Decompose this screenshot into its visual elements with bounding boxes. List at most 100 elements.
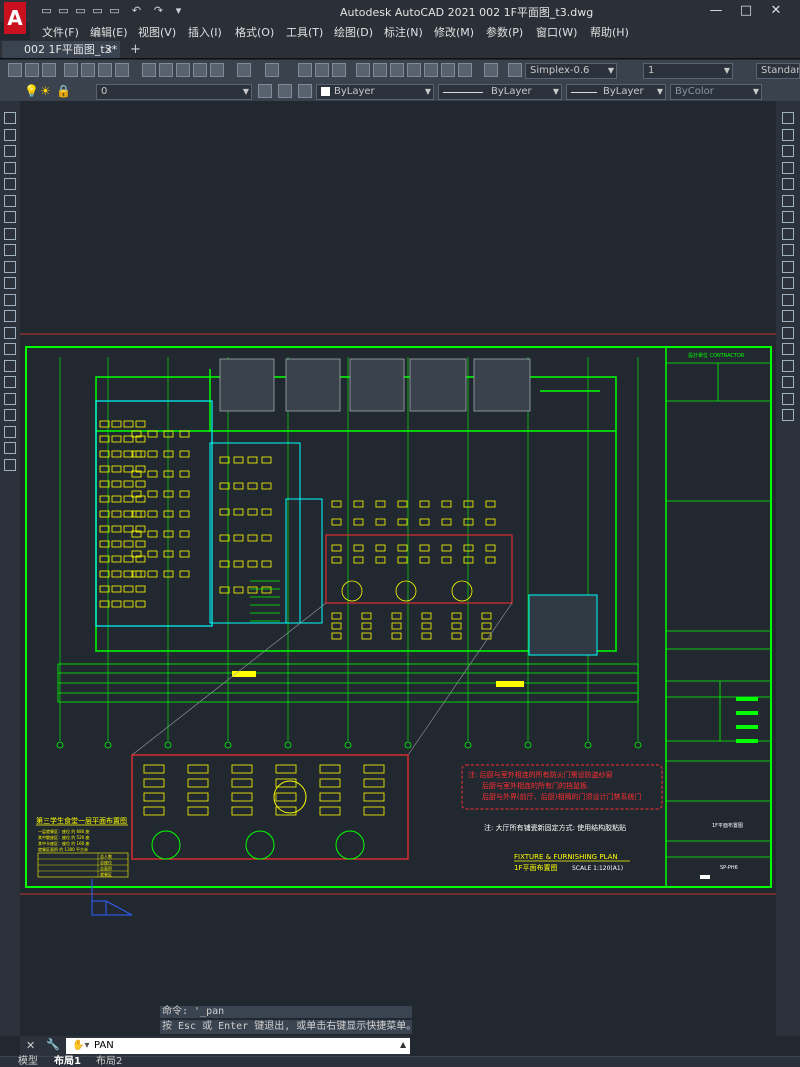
toolbar-tool-icon[interactable] [176, 63, 190, 77]
toolbar-tool-icon[interactable] [407, 63, 421, 77]
menu-dimension[interactable]: 标注(N) [384, 24, 423, 40]
modify-tool-icon[interactable] [782, 293, 794, 306]
menu-draw[interactable]: 绘图(D) [334, 24, 373, 40]
text-height-combo[interactable]: 1 ▼ [643, 63, 733, 79]
draw-tool-icon[interactable] [4, 409, 16, 421]
toolbar-tool-icon[interactable] [484, 63, 498, 77]
draw-tool-icon[interactable] [4, 112, 16, 124]
dim-style-combo[interactable]: Standard [756, 63, 800, 79]
modify-tool-icon[interactable] [782, 409, 794, 421]
modify-tool-icon[interactable] [782, 194, 794, 207]
toolbar-tool-icon[interactable] [298, 63, 312, 77]
layer-sun-icon[interactable]: ☀ [40, 84, 51, 98]
draw-tool-icon[interactable] [4, 310, 16, 322]
draw-tool-icon[interactable] [4, 376, 16, 388]
layer-lock-icon[interactable]: 🔒 [56, 84, 71, 98]
toolbar-tool-icon[interactable] [458, 63, 472, 77]
toolbar-tool-icon[interactable] [159, 63, 173, 77]
modify-tool-icon[interactable] [782, 128, 794, 141]
save-icon[interactable]: ▭ [91, 4, 104, 17]
toolbar-tool-icon[interactable] [332, 63, 346, 77]
toolbar-tool-icon[interactable] [81, 63, 95, 77]
modify-tool-icon[interactable] [782, 178, 794, 190]
command-input[interactable]: PAN [66, 1038, 410, 1054]
modify-tool-icon[interactable] [782, 244, 794, 256]
modify-tool-icon[interactable] [782, 227, 794, 240]
draw-tool-icon[interactable] [4, 343, 16, 355]
layer-state-icon[interactable] [298, 84, 312, 98]
print-icon[interactable]: ▭ [108, 4, 121, 17]
layer-combo[interactable]: 0 ▼ [96, 84, 252, 100]
toolbar-tool-icon[interactable] [115, 63, 129, 77]
menu-parametric[interactable]: 参数(P) [486, 24, 523, 40]
layer-bulb-icon[interactable]: 💡 [24, 84, 39, 98]
modify-tool-icon[interactable] [782, 310, 794, 322]
draw-tool-icon[interactable] [4, 194, 16, 207]
draw-tool-icon[interactable] [4, 178, 16, 190]
draw-tool-icon[interactable] [4, 211, 16, 223]
draw-tool-icon[interactable] [4, 244, 16, 256]
menu-help[interactable]: 帮助(H) [590, 24, 629, 40]
draw-tool-icon[interactable] [4, 260, 16, 273]
text-style-combo[interactable]: Simplex-0.6 ▼ [525, 63, 617, 79]
toolbar-tool-icon[interactable] [42, 63, 56, 77]
modify-tool-icon[interactable] [782, 277, 794, 289]
toolbar-tool-icon[interactable] [390, 63, 404, 77]
new-file-icon[interactable]: ▭ [40, 4, 53, 17]
modify-tool-icon[interactable] [782, 392, 794, 405]
draw-tool-icon[interactable] [4, 227, 16, 240]
modify-tool-icon[interactable] [782, 211, 794, 223]
open-folder-icon[interactable]: ▭ [74, 4, 87, 17]
draw-tool-icon[interactable] [4, 359, 16, 372]
app-logo[interactable]: A [4, 2, 26, 34]
modify-tool-icon[interactable] [782, 376, 794, 388]
draw-tool-icon[interactable] [4, 277, 16, 289]
command-expand-icon[interactable]: ▲ [400, 1040, 406, 1049]
add-tab-button[interactable]: + [130, 41, 141, 58]
toolbar-tool-icon[interactable] [441, 63, 455, 77]
draw-tool-icon[interactable] [4, 128, 16, 141]
undo-icon[interactable]: ↶ [130, 4, 143, 17]
redo-icon[interactable]: ↷ [152, 4, 165, 17]
open-file-icon[interactable]: ▭ [57, 4, 70, 17]
close-command-icon[interactable]: ✕ [26, 1039, 35, 1052]
close-button[interactable]: ✕ [764, 2, 788, 20]
toolbar-tool-icon[interactable] [265, 63, 279, 77]
toolbar-tool-icon[interactable] [98, 63, 112, 77]
layer-previous-icon[interactable] [278, 84, 292, 98]
draw-tool-icon[interactable] [4, 458, 16, 471]
menu-insert[interactable]: 插入(I) [188, 24, 222, 40]
modify-tool-icon[interactable] [782, 145, 794, 157]
toolbar-tool-icon[interactable] [25, 63, 39, 77]
toolbar-tool-icon[interactable] [142, 63, 156, 77]
modify-tool-icon[interactable] [782, 161, 794, 174]
draw-tool-icon[interactable] [4, 161, 16, 174]
toolbar-tool-icon[interactable] [237, 63, 251, 77]
tab-close-icon[interactable]: × [104, 41, 113, 58]
menu-view[interactable]: 视图(V) [138, 24, 176, 40]
draw-tool-icon[interactable] [4, 145, 16, 157]
customize-chevron-icon[interactable]: ▾ [172, 4, 185, 17]
draw-tool-icon[interactable] [4, 392, 16, 405]
toolbar-tool-icon[interactable] [373, 63, 387, 77]
toolbar-tool-icon[interactable] [508, 63, 522, 77]
modify-tool-icon[interactable] [782, 326, 794, 339]
toolbar-tool-icon[interactable] [8, 63, 22, 77]
draw-tool-icon[interactable] [4, 442, 16, 454]
draw-tool-icon[interactable] [4, 326, 16, 339]
toolbar-tool-icon[interactable] [64, 63, 78, 77]
toolbar-tool-icon[interactable] [193, 63, 207, 77]
menu-file[interactable]: 文件(F) [42, 24, 79, 40]
modify-tool-icon[interactable] [782, 260, 794, 273]
draw-tool-icon[interactable] [4, 293, 16, 306]
make-current-layer-icon[interactable] [258, 84, 272, 98]
linetype-combo[interactable]: ByLayer ▼ [438, 84, 562, 100]
menu-window[interactable]: 窗口(W) [536, 24, 577, 40]
toolbar-tool-icon[interactable] [210, 63, 224, 77]
menu-tools[interactable]: 工具(T) [286, 24, 323, 40]
menu-edit[interactable]: 编辑(E) [90, 24, 128, 40]
drawing-canvas[interactable]: 設計單位 CONTRACTOR 1F平面布置图 SP-PH6 注: 后厨与室外相… [20, 101, 776, 1036]
plotstyle-combo[interactable]: ByColor ▼ [670, 84, 762, 100]
toolbar-tool-icon[interactable] [315, 63, 329, 77]
customize-wrench-icon[interactable]: 🔧 [46, 1038, 60, 1051]
